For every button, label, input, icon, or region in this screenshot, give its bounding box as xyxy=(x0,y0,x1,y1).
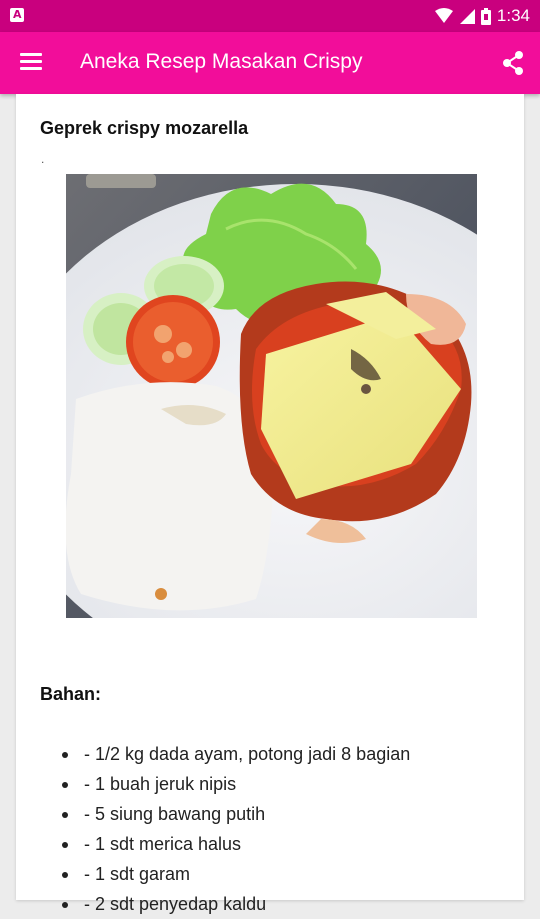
clock: 1:34 xyxy=(496,6,530,25)
ingredients-heading: Bahan: xyxy=(40,684,102,704)
food-photo xyxy=(66,174,477,618)
app-bar: Aneka Resep Masakan Crispy xyxy=(0,32,540,94)
separator-dot: . xyxy=(41,152,45,166)
wifi-icon xyxy=(434,8,453,23)
recipe-card: Geprek crispy mozarella . Bahan: - 1/2 k… xyxy=(16,94,524,914)
share-icon[interactable] xyxy=(500,50,526,76)
menu-icon[interactable] xyxy=(20,53,42,71)
signal-icon xyxy=(459,9,475,24)
ingredient-item: - 1 sdt garam xyxy=(62,859,410,889)
recipe-title: Geprek crispy mozarella xyxy=(40,118,249,138)
ingredient-item: - 5 siung bawang putih xyxy=(62,799,410,829)
battery-icon xyxy=(480,7,491,25)
ingredients-list: - 1/2 kg dada ayam, potong jadi 8 bagian… xyxy=(62,739,410,919)
ingredient-item: - 1 sdt merica halus xyxy=(62,829,410,859)
ingredient-item: - 1 buah jeruk nipis xyxy=(62,769,410,799)
status-indicators: 1:34 xyxy=(434,6,530,26)
app-title: Aneka Resep Masakan Crispy xyxy=(80,50,363,73)
status-bar: 1:34 xyxy=(0,0,540,32)
ingredient-item: - 2 sdt penyedap kaldu xyxy=(62,889,410,919)
recipe-image xyxy=(66,174,477,618)
notification-app-icon xyxy=(10,8,24,22)
ingredient-item: - 1/2 kg dada ayam, potong jadi 8 bagian xyxy=(62,739,410,769)
